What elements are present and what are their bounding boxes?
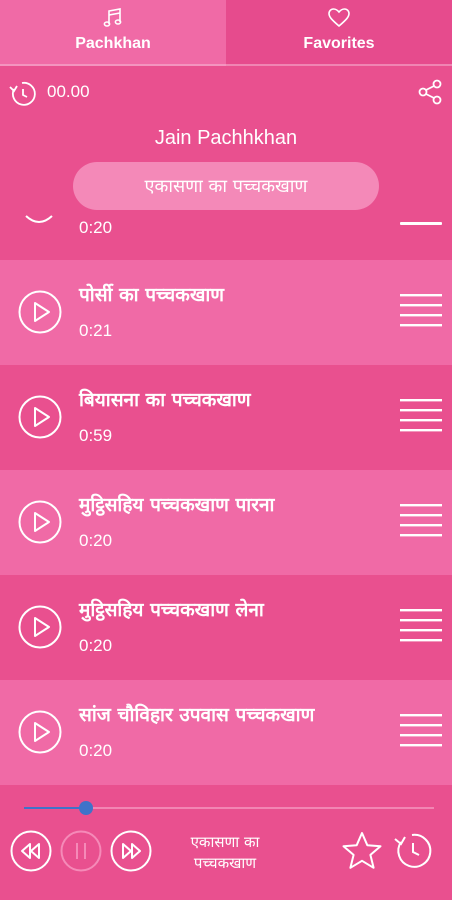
drag-handle-icon[interactable] bbox=[400, 222, 442, 225]
item-duration: 0:20 bbox=[79, 218, 113, 237]
play-icon[interactable] bbox=[18, 710, 62, 754]
music-note-icon bbox=[103, 8, 122, 27]
list-item[interactable]: बियासना का पच्चकखाण 0:59 bbox=[0, 365, 452, 470]
list-item[interactable]: पोर्सी का पच्चकखाण 0:21 bbox=[0, 260, 452, 365]
share-icon[interactable] bbox=[417, 78, 443, 106]
tab-pachkhan[interactable]: Pachkhan bbox=[0, 0, 226, 66]
item-title: मुट्ठिसहिय पच्चकखाण लेना bbox=[79, 599, 264, 621]
tab-bar: Pachkhan Favorites bbox=[0, 0, 452, 66]
sleep-timer-icon[interactable] bbox=[390, 828, 436, 874]
drag-handle-icon[interactable] bbox=[400, 397, 442, 435]
pause-icon[interactable] bbox=[60, 830, 102, 872]
seek-progress bbox=[24, 807, 86, 809]
now-playing-title: एकासणा का पच्चकखाण bbox=[170, 832, 280, 874]
star-icon[interactable] bbox=[341, 830, 383, 872]
play-icon[interactable] bbox=[24, 212, 54, 228]
seek-thumb[interactable] bbox=[79, 801, 93, 815]
tab-divider bbox=[0, 64, 452, 66]
play-icon[interactable] bbox=[18, 290, 62, 334]
list-item[interactable]: मुट्ठिसहिय पच्चकखाण पारना 0:20 bbox=[0, 470, 452, 575]
now-playing-line: एकासणा का bbox=[190, 833, 260, 851]
list-item[interactable]: 0:20 bbox=[0, 212, 452, 260]
tab-label: Favorites bbox=[303, 35, 375, 52]
rewind-icon[interactable] bbox=[10, 830, 52, 872]
item-title: मुट्ठिसहिय पच्चकखाण पारना bbox=[79, 494, 275, 516]
sleep-timer-icon[interactable] bbox=[8, 79, 38, 109]
track-list[interactable]: 0:20 पोर्सी का पच्चकखाण 0:21 बियासना का … bbox=[0, 212, 452, 792]
fast-forward-icon[interactable] bbox=[110, 830, 152, 872]
item-duration: 0:20 bbox=[79, 636, 113, 655]
current-track-pill[interactable]: एकासणा का पच्चकखाण bbox=[73, 162, 379, 210]
list-item[interactable]: सांज चौविहार उपवास पच्चकखाण 0:20 bbox=[0, 680, 452, 785]
item-duration: 0:59 bbox=[79, 426, 113, 445]
heart-icon bbox=[328, 8, 350, 28]
drag-handle-icon[interactable] bbox=[400, 712, 442, 750]
item-duration: 0:20 bbox=[79, 741, 113, 760]
item-title: बियासना का पच्चकखाण bbox=[79, 389, 251, 411]
player-bar: एकासणा का पच्चकखाण bbox=[0, 792, 452, 900]
item-title: पोर्सी का पच्चकखाण bbox=[79, 284, 225, 306]
tab-favorites[interactable]: Favorites bbox=[226, 0, 452, 66]
now-playing-line: पच्चकखाण bbox=[193, 854, 257, 872]
app-title: Jain Pachhkhan bbox=[154, 127, 298, 149]
play-icon[interactable] bbox=[18, 605, 62, 649]
item-duration: 0:21 bbox=[79, 321, 113, 340]
tab-label: Pachkhan bbox=[75, 35, 151, 52]
timer-value: 00.00 bbox=[47, 82, 90, 101]
play-icon[interactable] bbox=[18, 395, 62, 439]
item-title: सांज चौविहार उपवास पच्चकखाण bbox=[79, 704, 315, 726]
top-bar: 00.00 bbox=[0, 70, 452, 114]
drag-handle-icon[interactable] bbox=[400, 502, 442, 540]
drag-handle-icon[interactable] bbox=[400, 292, 442, 330]
drag-handle-icon[interactable] bbox=[400, 607, 442, 645]
item-duration: 0:20 bbox=[79, 531, 113, 550]
list-item[interactable]: मुट्ठिसहिय पच्चकखाण लेना 0:20 bbox=[0, 575, 452, 680]
play-icon[interactable] bbox=[18, 500, 62, 544]
